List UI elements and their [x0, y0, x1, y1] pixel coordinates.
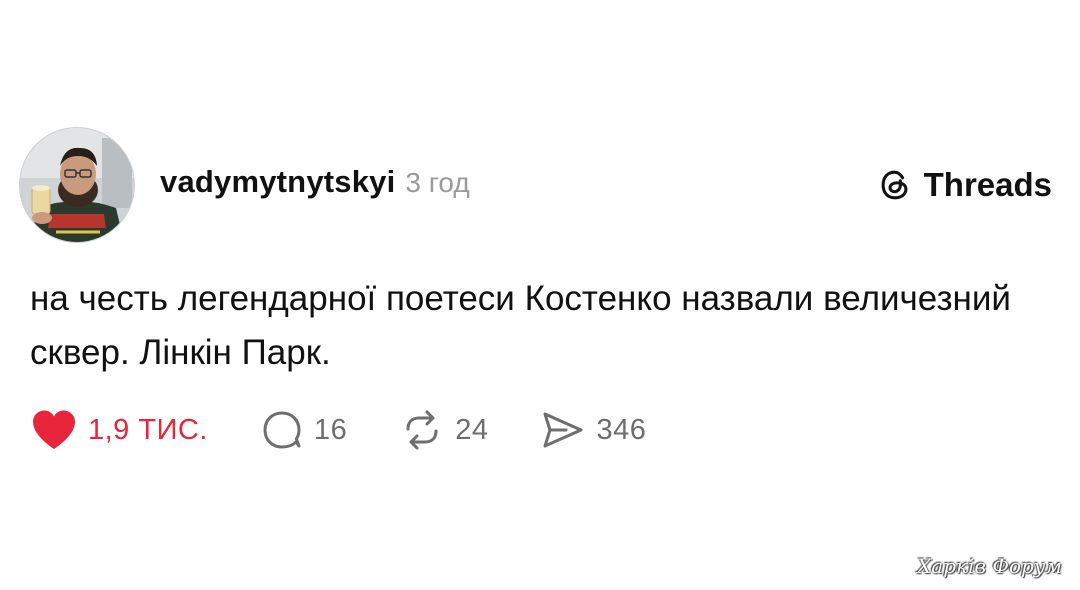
repost-button[interactable]: 24	[399, 408, 488, 452]
share-count: 346	[596, 413, 647, 446]
avatar[interactable]	[20, 128, 134, 242]
post-timestamp: 3 год	[405, 167, 470, 198]
like-count: 1,9 ТИС.	[88, 413, 208, 446]
user-photo-avatar	[20, 128, 134, 242]
post-header: vadymytnytskyi 3 год	[160, 164, 470, 206]
author-username[interactable]: vadymytnytskyi	[160, 164, 395, 200]
watermark: Харків Форум	[917, 554, 1062, 578]
share-button[interactable]: 346	[540, 408, 646, 452]
heart-icon	[33, 410, 75, 449]
repost-icon	[406, 410, 438, 450]
post-text: на честь легендарної поетеси Костенко на…	[30, 279, 1011, 372]
threads-brand: Threads	[876, 164, 1052, 206]
comment-button[interactable]: 16	[260, 408, 347, 452]
comment-count: 16	[313, 413, 348, 446]
comment-icon	[263, 411, 301, 449]
like-button[interactable]: 1,9 ТИС.	[30, 408, 208, 452]
post-actions: 1,9 ТИС. 16 24 346	[30, 408, 698, 452]
repost-count: 24	[455, 413, 489, 446]
threads-logo-icon	[881, 170, 908, 200]
brand-name: Threads	[923, 166, 1052, 203]
threads-post: vadymytnytskyi 3 год Threads на честь ле…	[0, 0, 1080, 590]
send-icon	[543, 412, 583, 448]
